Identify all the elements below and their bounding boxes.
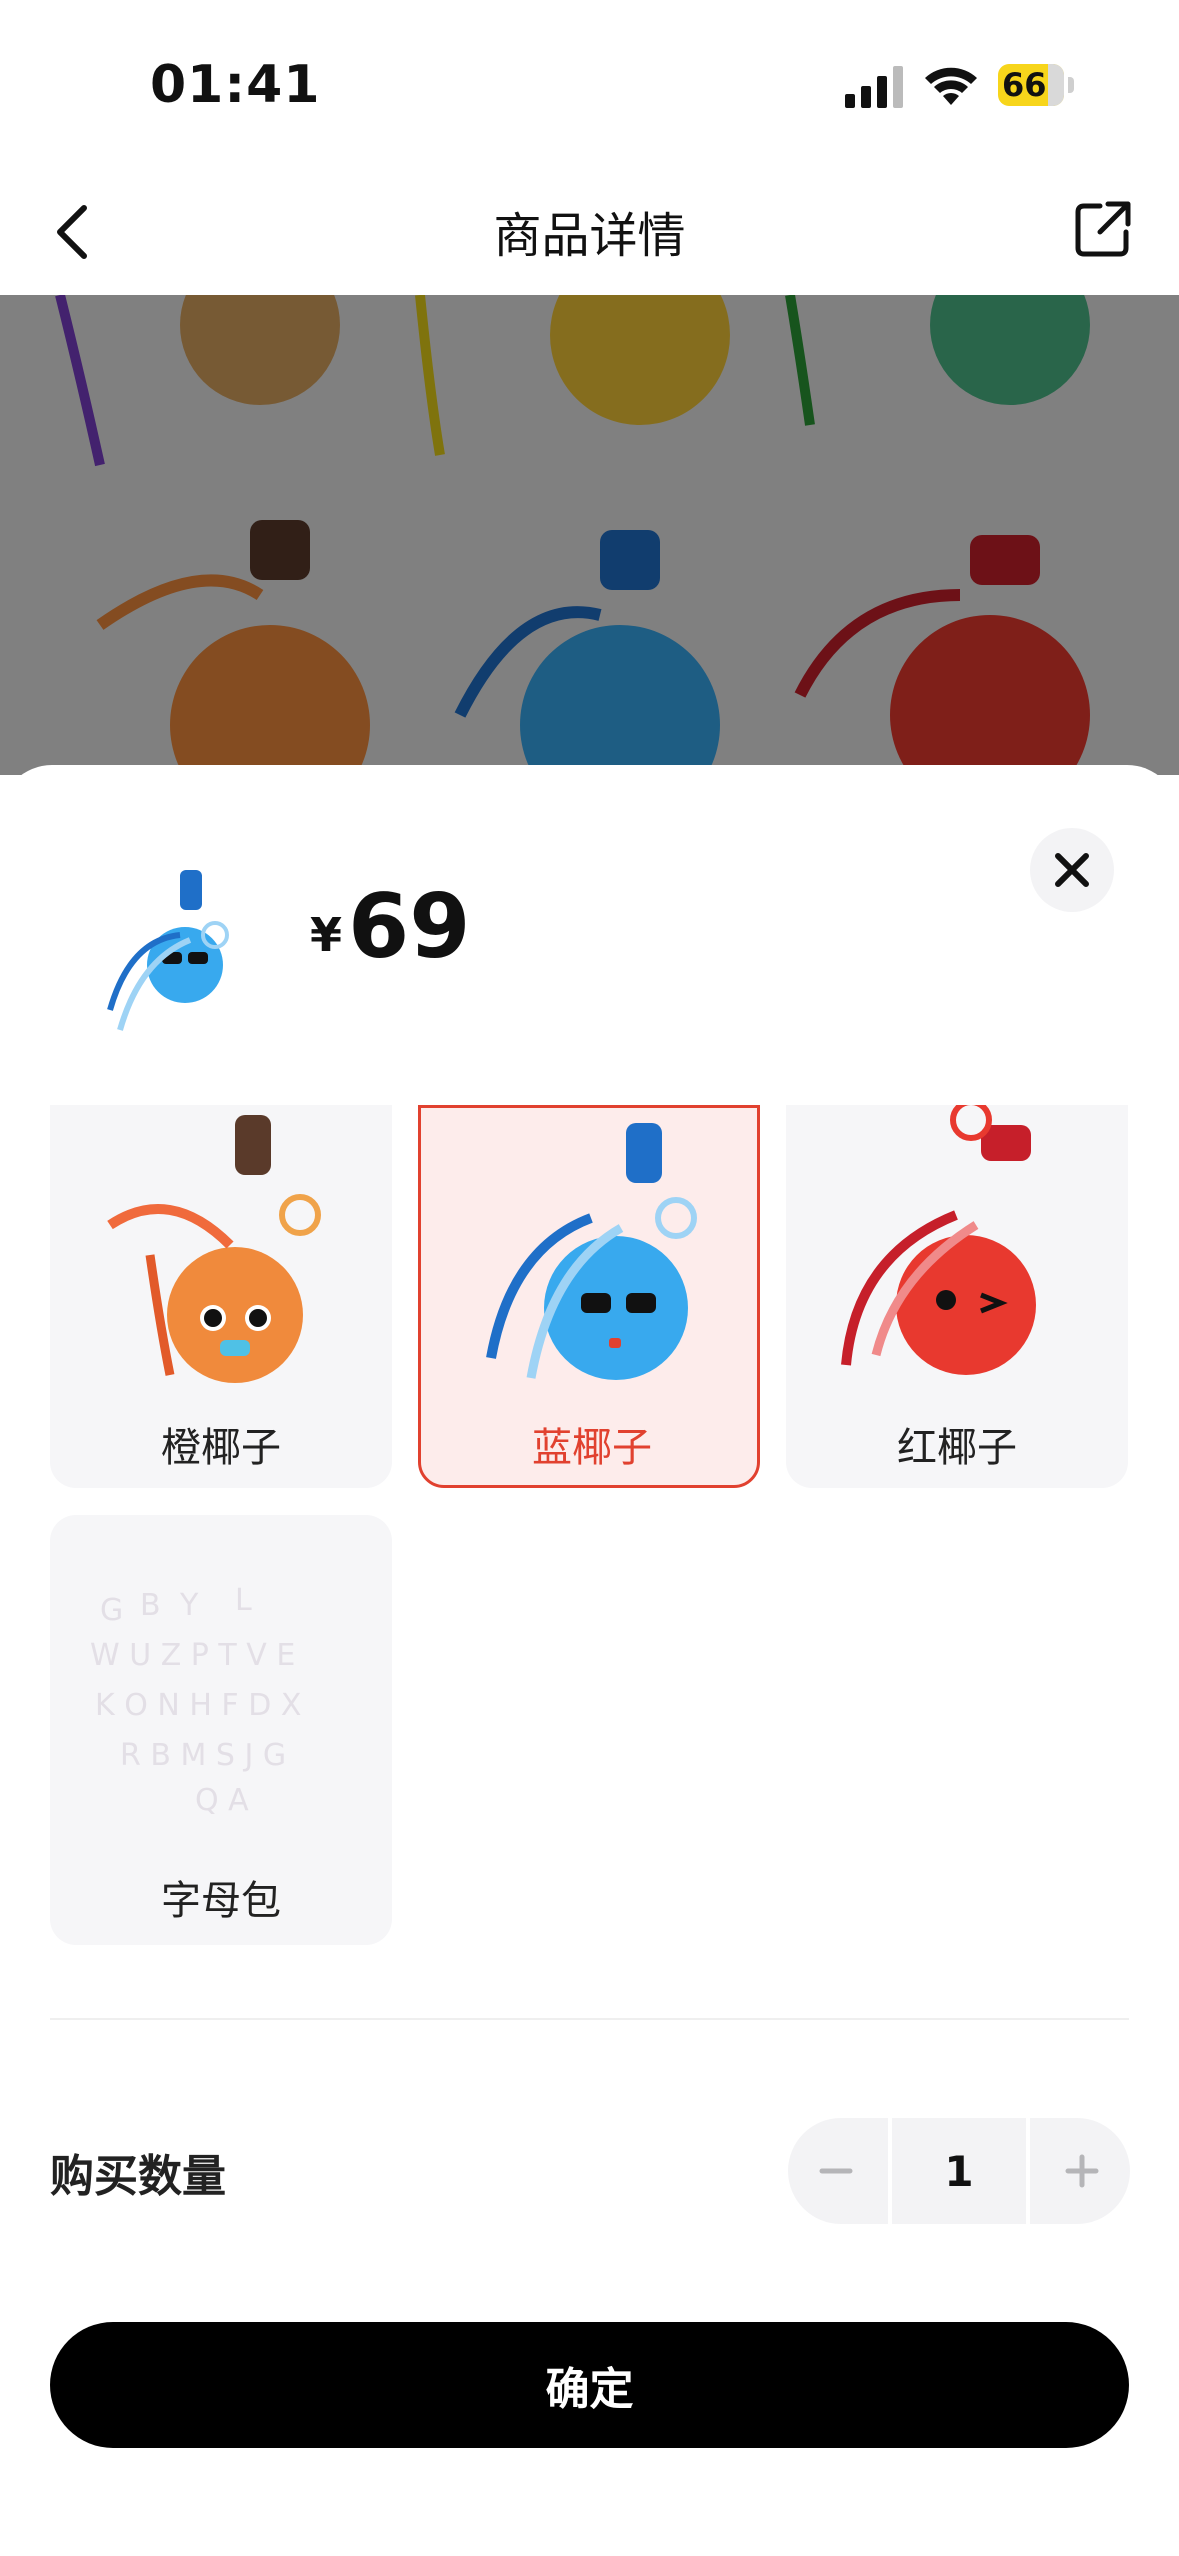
close-button[interactable] — [1030, 828, 1114, 912]
sku-bottom-sheet: ¥69 橙椰子 蓝椰子 红椰子 G B Y L W U Z P T V E K … — [0, 765, 1179, 2556]
share-icon[interactable] — [1072, 198, 1134, 260]
variant-image — [841, 1105, 1036, 1375]
quantity-value[interactable]: 1 — [888, 2118, 1030, 2224]
variant-option-orange[interactable]: 橙椰子 — [50, 1105, 392, 1488]
confirm-button[interactable]: 确定 — [50, 2322, 1129, 2448]
variant-image — [486, 1123, 697, 1380]
selected-variant-thumbnail — [107, 870, 229, 1031]
navigation-bar: 商品详情 — [0, 170, 1179, 295]
cellular-signal-icon — [845, 66, 903, 108]
status-bar: 01:41 66 — [0, 0, 1179, 170]
minus-icon — [819, 2168, 853, 2174]
svg-text:K O N H F D X: K O N H F D X — [95, 1688, 301, 1723]
dim-overlay[interactable] — [0, 295, 1179, 775]
battery-icon: 66 — [998, 64, 1076, 106]
divider — [50, 2018, 1129, 2020]
plus-icon — [1065, 2154, 1099, 2188]
variant-label: 橙椰子 — [161, 1425, 281, 1471]
variant-image — [107, 1115, 321, 1383]
price: ¥69 — [310, 875, 470, 978]
svg-text:Q A: Q A — [195, 1783, 249, 1818]
svg-text:W U Z P T V E: W U Z P T V E — [90, 1638, 295, 1673]
quantity-stepper: 1 — [788, 2118, 1130, 2224]
decrease-quantity-button[interactable] — [788, 2118, 884, 2224]
currency-symbol: ¥ — [310, 908, 343, 962]
price-value: 69 — [348, 875, 471, 978]
variant-option-letters[interactable]: G B Y L W U Z P T V E K O N H F D X R B … — [50, 1515, 392, 1945]
variant-image: G B Y L W U Z P T V E K O N H F D X R B … — [90, 1583, 301, 1818]
battery-level: 66 — [1002, 66, 1047, 104]
svg-text:Y: Y — [179, 1588, 199, 1623]
svg-text:L: L — [235, 1583, 252, 1618]
svg-text:R B M S J G: R B M S J G — [120, 1738, 286, 1773]
variant-option-blue[interactable]: 蓝椰子 — [418, 1105, 760, 1488]
quantity-label: 购买数量 — [50, 2151, 226, 2202]
wifi-icon — [925, 67, 977, 105]
svg-text:B: B — [140, 1588, 161, 1623]
close-icon — [1055, 853, 1089, 887]
page-title: 商品详情 — [493, 208, 686, 264]
svg-text:G: G — [100, 1593, 123, 1628]
variant-label: 红椰子 — [897, 1425, 1017, 1471]
variant-label: 蓝椰子 — [532, 1425, 652, 1471]
status-time: 01:41 — [150, 55, 321, 115]
increase-quantity-button[interactable] — [1034, 2118, 1130, 2224]
variant-label: 字母包 — [161, 1878, 281, 1924]
variant-option-red[interactable]: 红椰子 — [786, 1105, 1128, 1488]
